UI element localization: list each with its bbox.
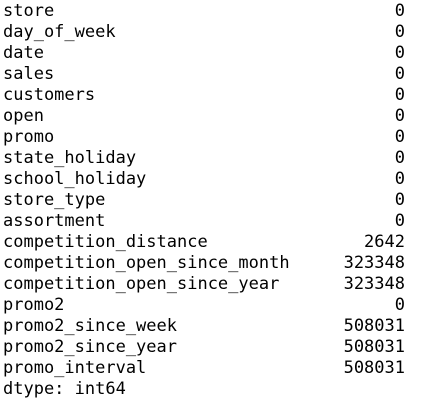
column-name: store	[3, 1, 55, 21]
null-count-value: 508031	[343, 358, 405, 378]
column-name: open	[3, 106, 44, 126]
series-row: competition_open_since_year 323348	[3, 274, 405, 295]
series-row: day_of_week 0	[3, 22, 405, 43]
column-name: store_type	[3, 190, 106, 210]
column-name: day_of_week	[3, 22, 116, 42]
column-name: state_holiday	[3, 148, 137, 168]
null-count-value: 0	[394, 85, 405, 105]
null-count-value: 0	[394, 106, 405, 126]
series-row: competition_distance 2642	[3, 232, 405, 253]
series-row: sales 0	[3, 64, 405, 85]
column-name: promo2_since_week	[3, 316, 177, 336]
null-count-value: 0	[394, 1, 405, 21]
null-count-value: 0	[394, 64, 405, 84]
series-row: assortment 0	[3, 211, 405, 232]
column-name: sales	[3, 64, 55, 84]
column-name: promo2	[3, 295, 65, 315]
column-name: customers	[3, 85, 96, 105]
column-name: competition_open_since_month	[3, 253, 290, 273]
column-name: school_holiday	[3, 169, 147, 189]
series-row: customers 0	[3, 85, 405, 106]
series-row: promo2_since_week 508031	[3, 316, 405, 337]
null-count-value: 323348	[343, 253, 405, 273]
series-row: date 0	[3, 43, 405, 64]
series-row: store_type 0	[3, 190, 405, 211]
series-row: open 0	[3, 106, 405, 127]
column-name: promo	[3, 127, 55, 147]
column-name: date	[3, 43, 44, 63]
null-count-value: 0	[394, 190, 405, 210]
series-row: promo2_since_year 508031	[3, 337, 405, 358]
column-name: promo2_since_year	[3, 337, 177, 357]
series-rows: store 0 day_of_week 0 date 0 sales 0 customers 0 o…	[3, 1, 405, 379]
null-count-value: 0	[394, 169, 405, 189]
null-count-value: 0	[394, 211, 405, 231]
null-count-value: 0	[394, 148, 405, 168]
null-count-value: 0	[394, 22, 405, 42]
null-count-value: 2642	[364, 232, 405, 252]
column-name: competition_distance	[3, 232, 208, 252]
series-row: state_holiday 0	[3, 148, 405, 169]
series-row: store 0	[3, 1, 405, 22]
dtype-line: dtype: int64	[3, 379, 126, 399]
column-name: assortment	[3, 211, 106, 231]
series-row: promo 0	[3, 127, 405, 148]
column-name: promo_interval	[3, 358, 147, 378]
null-count-value: 508031	[343, 316, 405, 336]
null-count-value: 508031	[343, 337, 405, 357]
null-count-output: store 0 day_of_week 0 date 0 sales 0 customers 0 o…	[3, 1, 405, 400]
series-row: school_holiday 0	[3, 169, 405, 190]
series-row: promo_interval 508031	[3, 358, 405, 379]
null-count-value: 0	[394, 295, 405, 315]
null-count-value: 0	[394, 43, 405, 63]
null-count-value: 0	[394, 127, 405, 147]
null-count-value: 323348	[343, 274, 405, 294]
series-row: promo2 0	[3, 295, 405, 316]
series-row: competition_open_since_month 323348	[3, 253, 405, 274]
column-name: competition_open_since_year	[3, 274, 280, 294]
